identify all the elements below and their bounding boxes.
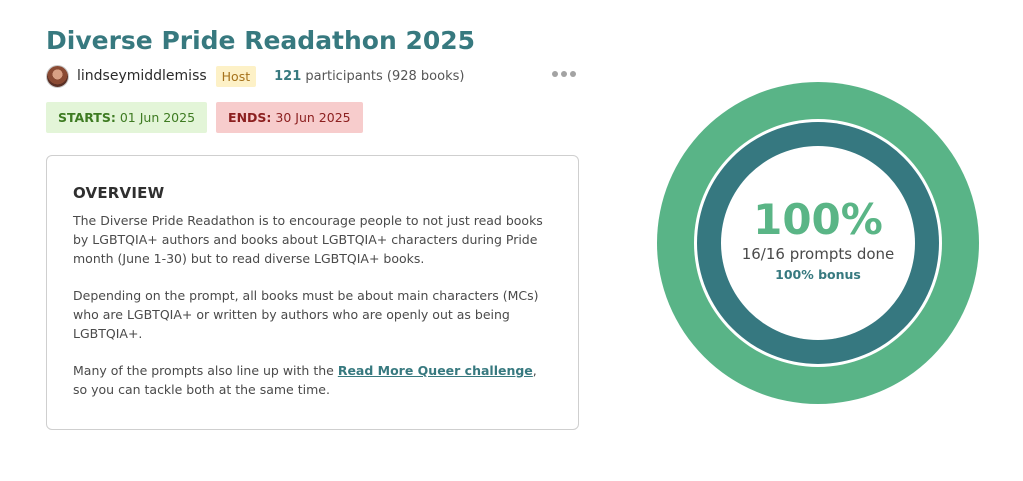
host-username-link[interactable]: lindseymiddlemiss: [77, 68, 207, 84]
host-meta-row: lindseymiddlemiss Host 121 participants …: [46, 63, 580, 89]
overview-paragraph: Many of the prompts also line up with th…: [73, 361, 552, 399]
overview-paragraph: The Diverse Pride Readathon is to encour…: [73, 213, 543, 266]
avatar[interactable]: [46, 64, 69, 88]
overview-paragraph: Depending on the prompt, all books must …: [73, 288, 539, 341]
progress-ring: 100% 16/16 prompts done 100% bonus: [657, 82, 979, 404]
participants-summary[interactable]: 121 participants (928 books): [274, 69, 464, 84]
participants-text: participants (928 books): [305, 68, 465, 84]
host-badge: Host: [215, 65, 257, 87]
overview-text: Many of the prompts also line up with th…: [73, 363, 338, 378]
page-title: Diverse Pride Readathon 2025: [46, 26, 476, 55]
menu-dot: [552, 71, 558, 77]
overview-heading: OVERVIEW: [73, 184, 165, 202]
read-more-queer-link[interactable]: Read More Queer challenge: [338, 363, 533, 378]
end-date-label: ENDS:: [228, 110, 272, 125]
progress-percent: 100%: [753, 194, 883, 244]
progress-summary: 100% 16/16 prompts done 100% bonus: [657, 82, 979, 404]
participants-count: 121: [274, 68, 302, 84]
start-date-badge: STARTS: 01 Jun 2025: [46, 102, 208, 133]
prompts-done-text: 16/16 prompts done: [741, 244, 895, 263]
more-options-icon[interactable]: [548, 67, 580, 81]
menu-dot: [561, 71, 567, 77]
end-date-badge: ENDS: 30 Jun 2025: [216, 102, 363, 133]
date-badges: STARTS: 01 Jun 2025 ENDS: 30 Jun 2025: [46, 102, 363, 133]
overview-card: OVERVIEW The Diverse Pride Readathon is …: [46, 155, 579, 430]
start-date-label: STARTS:: [58, 110, 116, 125]
start-date-value: 01 Jun 2025: [119, 110, 196, 125]
bonus-text: 100% bonus: [775, 266, 861, 282]
menu-dot: [570, 71, 576, 77]
end-date-value: 30 Jun 2025: [275, 110, 351, 125]
